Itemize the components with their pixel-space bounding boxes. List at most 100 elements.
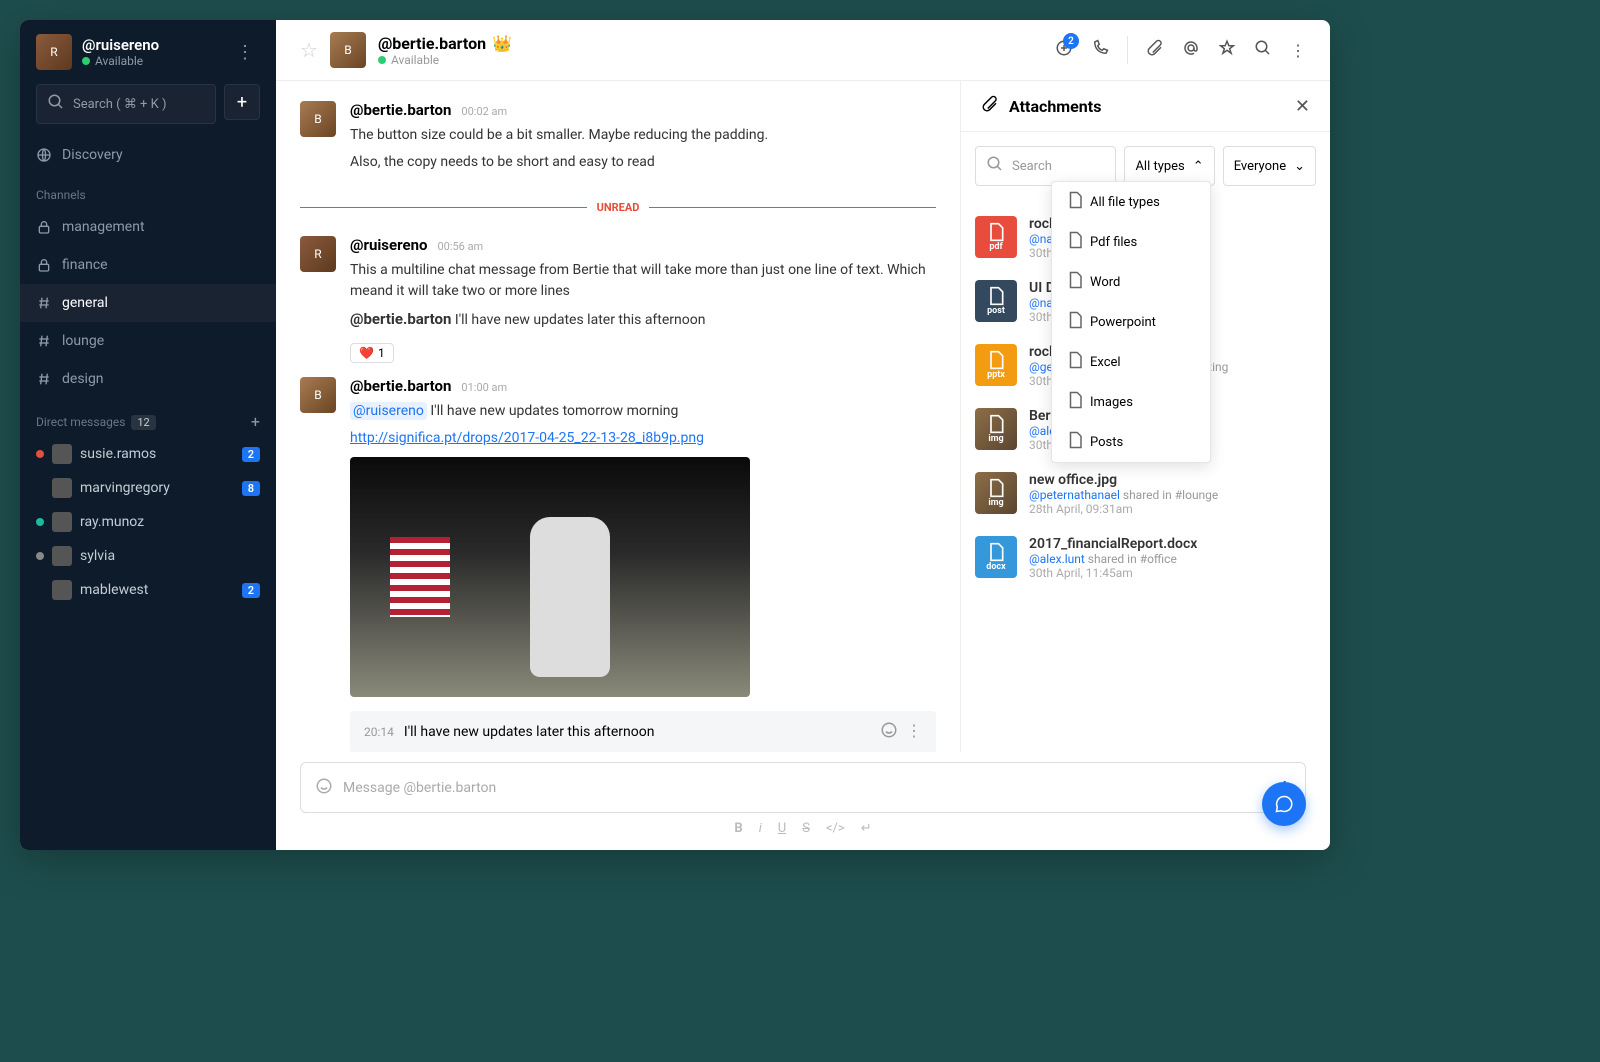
dm-avatar xyxy=(52,444,72,464)
dropdown-option[interactable]: All file types xyxy=(1052,182,1210,222)
channel-label: design xyxy=(62,371,104,387)
dm-name: ray.munoz xyxy=(80,514,260,530)
mention[interactable]: @ruisereno xyxy=(350,402,427,420)
file-type-icon xyxy=(1066,351,1080,373)
mention[interactable]: @bertie.barton xyxy=(350,310,451,328)
dm-mablewest[interactable]: mablewest2 xyxy=(20,573,276,607)
strike-icon[interactable]: S xyxy=(802,821,810,836)
dropdown-label: Powerpoint xyxy=(1090,315,1156,330)
dropdown-label: Pdf files xyxy=(1090,235,1137,250)
unread-badge: 2 xyxy=(242,447,260,462)
peer-status: Available xyxy=(391,53,439,67)
user-handle: @ruisereno xyxy=(82,36,220,54)
discovery-item[interactable]: Discovery xyxy=(20,136,276,174)
dm-marvingregory[interactable]: marvingregory 8 xyxy=(20,471,276,505)
msg-text-line: I'll have new updates tomorrow morning xyxy=(427,403,679,419)
channels-heading: Channels xyxy=(20,174,276,208)
dropdown-label: Images xyxy=(1090,395,1133,410)
file-name: 2017_financialReport.docx xyxy=(1029,536,1316,552)
msg-text-line: The button size could be a bit smaller. … xyxy=(350,125,936,146)
dm-name: marvingregory xyxy=(80,480,234,496)
msg-avatar[interactable]: B xyxy=(300,377,336,413)
self-msg-time: 20:14 xyxy=(364,725,394,739)
kebab-icon[interactable]: ⋮ xyxy=(1290,41,1306,60)
hash-icon xyxy=(36,370,52,388)
underline-icon[interactable]: U xyxy=(778,821,786,836)
emoji-picker-icon[interactable] xyxy=(315,777,333,799)
file-date: 28th April, 09:31am xyxy=(1029,502,1316,516)
dm-sylvia[interactable]: sylvia xyxy=(20,539,276,573)
message-input[interactable]: Message @bertie.barton + xyxy=(300,762,1306,813)
file-user: @peternathanael xyxy=(1029,488,1120,502)
message-image[interactable] xyxy=(350,457,750,697)
search-icon xyxy=(47,93,65,115)
filter-types-dropdown: All file types Pdf files Word Powerpoint Exc… xyxy=(1051,181,1211,463)
star-icon[interactable]: ☆ xyxy=(300,38,318,62)
favorite-icon[interactable] xyxy=(1218,39,1236,61)
attachment-icon[interactable] xyxy=(1146,39,1164,61)
search-messages-icon[interactable] xyxy=(1254,39,1272,61)
attachments-panel: Attachments ✕ Search All types⌃ Everyone… xyxy=(960,81,1330,752)
user-avatar[interactable]: R xyxy=(36,34,72,70)
dm-avatar xyxy=(52,580,72,600)
bold-icon[interactable]: B xyxy=(734,821,742,836)
unread-separator: UNREAD xyxy=(300,201,936,214)
dropdown-option[interactable]: Posts xyxy=(1052,422,1210,462)
help-bubble[interactable] xyxy=(1262,782,1306,826)
italic-icon[interactable]: i xyxy=(759,821,762,836)
search-icon xyxy=(986,155,1004,177)
message-link[interactable]: http://significa.pt/drops/2017-04-25_22-… xyxy=(350,430,704,446)
dropdown-option[interactable]: Powerpoint xyxy=(1052,302,1210,342)
composer-toolbar: B i U S </> ↵ xyxy=(300,821,1306,836)
globe-icon xyxy=(36,146,52,164)
msg-text-line: I'll have new updates later this afterno… xyxy=(451,312,705,328)
file-context: shared in #office xyxy=(1088,552,1177,566)
notifications-icon[interactable]: 2 xyxy=(1055,39,1073,61)
add-button[interactable]: + xyxy=(224,84,260,120)
attachment-item[interactable]: imgnew office.jpg@peternathanael shared … xyxy=(975,462,1316,526)
channel-design[interactable]: design xyxy=(20,360,276,398)
attachment-item[interactable]: docx2017_financialReport.docx@alex.lunt … xyxy=(975,526,1316,590)
status-dot xyxy=(36,518,44,526)
filter-types-select[interactable]: All types⌃ xyxy=(1124,146,1214,186)
dropdown-option[interactable]: Excel xyxy=(1052,342,1210,382)
dm-ray.munoz[interactable]: ray.munoz xyxy=(20,505,276,539)
msg-avatar[interactable]: R xyxy=(300,236,336,272)
peer-avatar[interactable]: B xyxy=(330,32,366,68)
reaction-heart[interactable]: ❤️ 1 xyxy=(350,343,394,363)
search-placeholder: Search ( ⌘ + K ) xyxy=(73,97,167,112)
message-actions-icon[interactable]: ⋮ xyxy=(906,721,922,743)
sidebar-menu-icon[interactable]: ⋮ xyxy=(230,36,260,69)
unread-badge: 8 xyxy=(242,481,260,496)
lock-icon xyxy=(36,218,52,236)
channel-finance[interactable]: finance xyxy=(20,246,276,284)
emoji-icon[interactable] xyxy=(880,721,898,743)
code-icon[interactable]: </> xyxy=(826,821,845,836)
filter-people-select[interactable]: Everyone⌄ xyxy=(1223,146,1316,186)
attachments-search-input[interactable]: Search xyxy=(975,146,1116,186)
file-type-icon xyxy=(1066,231,1080,253)
dropdown-option[interactable]: Pdf files xyxy=(1052,222,1210,262)
mention-icon[interactable] xyxy=(1182,39,1200,61)
channel-lounge[interactable]: lounge xyxy=(20,322,276,360)
call-icon[interactable] xyxy=(1091,39,1109,61)
user-status: Available xyxy=(95,54,143,68)
dropdown-option[interactable]: Images xyxy=(1052,382,1210,422)
dropdown-label: All file types xyxy=(1090,195,1160,210)
msg-author: @ruisereno xyxy=(350,236,427,254)
close-icon[interactable]: ✕ xyxy=(1295,96,1310,117)
msg-avatar[interactable]: B xyxy=(300,101,336,137)
file-type-icon xyxy=(1066,271,1080,293)
notifications-badge: 2 xyxy=(1063,33,1079,49)
newline-icon[interactable]: ↵ xyxy=(861,821,872,836)
dropdown-option[interactable]: Word xyxy=(1052,262,1210,302)
channel-general[interactable]: general xyxy=(20,284,276,322)
channel-management[interactable]: management xyxy=(20,208,276,246)
search-input[interactable]: Search ( ⌘ + K ) xyxy=(36,84,216,124)
dm-susie.ramos[interactable]: susie.ramos2 xyxy=(20,437,276,471)
msg-text-line: Also, the copy needs to be short and eas… xyxy=(350,152,936,173)
dm-count-badge: 12 xyxy=(131,415,155,430)
file-name: new office.jpg xyxy=(1029,472,1316,488)
file-thumb-post: post xyxy=(975,280,1017,322)
add-dm-icon[interactable]: + xyxy=(251,412,260,431)
